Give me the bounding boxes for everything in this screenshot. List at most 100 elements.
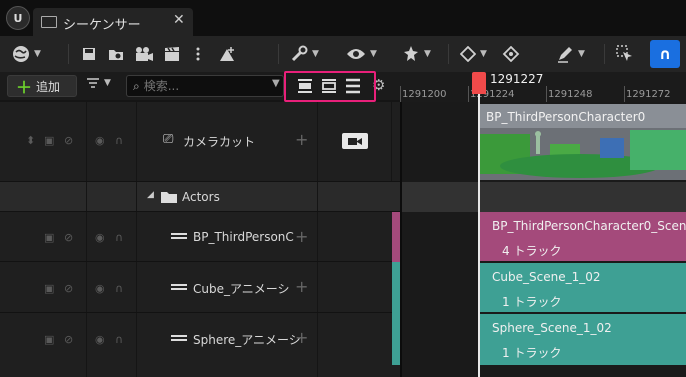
keyframe-nav-button[interactable] <box>502 36 520 72</box>
playhead-frame-label: 1291227 <box>490 72 544 86</box>
headphones-icon[interactable]: ∩ <box>115 134 123 147</box>
level-sequence-icon <box>171 284 187 292</box>
ruler-tick <box>546 86 547 102</box>
playhead-handle[interactable] <box>472 72 486 94</box>
cursor-select-icon <box>616 45 632 61</box>
pin-icon[interactable]: ⬍ <box>26 134 35 147</box>
chevron-down-icon: ▼ <box>34 49 41 59</box>
save-icon <box>83 48 95 60</box>
row-controls: ▣ ⊘ <box>0 313 87 377</box>
save-button[interactable] <box>82 36 96 72</box>
eye-icon <box>347 49 365 59</box>
key-arrow-icon <box>502 46 520 62</box>
track-color-bar <box>392 262 400 313</box>
cube-section-clip[interactable]: Cube_Scene_1_02 1 トラック <box>480 263 686 313</box>
eye-icon[interactable]: ◉ <box>95 333 105 346</box>
headphones-icon[interactable]: ∩ <box>115 231 123 244</box>
level-sequence-icon <box>171 233 187 241</box>
lock-icon[interactable]: ▣ <box>44 282 54 295</box>
select-tool-button[interactable] <box>616 36 634 72</box>
headphones-icon[interactable]: ∩ <box>115 333 123 346</box>
row-visibility: ◉ ∩ <box>87 102 137 181</box>
add-icon[interactable]: + <box>295 227 308 246</box>
mute-icon[interactable]: ⊘ <box>64 282 73 295</box>
clip-label: BP_ThirdPersonCharacter0 <box>486 110 646 124</box>
search-input[interactable] <box>143 79 254 93</box>
world-button[interactable]: ▼ <box>12 36 41 72</box>
row-visibility: ◉ ∩ <box>87 212 137 261</box>
actor-button[interactable] <box>218 36 236 72</box>
view-options-button[interactable]: ▼ <box>346 36 377 72</box>
sparkle-gear-icon <box>404 46 418 61</box>
eye-icon[interactable]: ◉ <box>95 231 105 244</box>
track-row-camera-cut[interactable]: ⬍ ▣ ⊘ ◉ ∩ ⎚ カメラカット + <box>0 102 400 182</box>
add-icon[interactable]: + <box>295 328 308 347</box>
chevron-down-icon[interactable]: ▼ <box>272 78 280 89</box>
lock-icon[interactable]: ▣ <box>44 333 54 346</box>
tools-button[interactable]: ▼ <box>290 36 319 72</box>
bp-section-clip[interactable]: BP_ThirdPersonCharacter0_Scene 4 トラック <box>480 212 686 262</box>
ruler-tick-label: 1291200 <box>402 89 447 100</box>
folder-track-lane <box>402 182 686 212</box>
search-icon: ⌕ <box>133 78 140 93</box>
chevron-down-icon: ▼ <box>578 49 585 59</box>
playhead-line[interactable] <box>478 94 480 377</box>
pyramid-actor-icon <box>220 47 234 61</box>
row-visibility <box>87 182 137 211</box>
divider <box>604 44 605 64</box>
track-color-bar <box>392 212 400 262</box>
edit-button[interactable]: ▼ <box>556 36 585 72</box>
clip-track-count: 4 トラック <box>502 244 562 258</box>
browse-button[interactable] <box>108 36 124 72</box>
add-icon[interactable]: + <box>295 130 308 149</box>
playback-options-button[interactable]: ▼ <box>402 36 431 72</box>
mute-icon[interactable]: ⊘ <box>64 134 73 147</box>
eye-icon[interactable]: ◉ <box>95 134 105 147</box>
ruler-tick <box>468 86 469 102</box>
clip-name: BP_ThirdPersonCharacter0_Scene <box>492 219 686 233</box>
render-movie-button[interactable] <box>134 36 154 72</box>
filter-button[interactable]: ▼ <box>86 77 111 89</box>
row-controls: ▣ ⊘ <box>0 262 87 312</box>
tab-sequencer[interactable]: シーケンサー ✕ <box>33 8 193 36</box>
search-box[interactable]: ⌕ <box>126 75 284 97</box>
track-row-cube[interactable]: ▣ ⊘ ◉ ∩ Cube_アニメーシ + <box>0 262 400 313</box>
eye-icon[interactable]: ◉ <box>95 282 105 295</box>
camera-cut-clip[interactable]: BP_ThirdPersonCharacter0 <box>480 104 686 180</box>
clip-track-count: 1 トラック <box>502 346 562 360</box>
add-track-button[interactable]: ＋ 追加 <box>7 75 77 97</box>
mute-icon[interactable]: ⊘ <box>64 231 73 244</box>
unreal-logo-icon[interactable]: U <box>6 6 30 30</box>
track-row-bp[interactable]: ▣ ⊘ ◉ ∩ BP_ThirdPersonC + <box>0 212 400 262</box>
row-visibility: ◉ ∩ <box>87 313 137 377</box>
headphones-icon[interactable]: ∩ <box>115 282 123 295</box>
lock-icon[interactable]: ▣ <box>44 134 54 147</box>
level-sequence-icon <box>171 335 187 343</box>
ruler-tick <box>400 86 401 102</box>
more-options-button[interactable] <box>196 36 200 72</box>
chevron-down-icon: ▼ <box>104 78 111 88</box>
clip-name: Sphere_Scene_1_02 <box>492 321 612 335</box>
chevron-down-icon: ▼ <box>424 49 431 59</box>
key-interp-button[interactable]: ▼ <box>460 36 487 72</box>
close-icon[interactable]: ✕ <box>173 12 185 28</box>
snap-magnet-button[interactable]: ∩ <box>650 40 680 68</box>
row-actions <box>318 102 392 181</box>
globe-icon <box>13 46 29 62</box>
camera-lock-button[interactable] <box>342 133 368 149</box>
lock-icon[interactable]: ▣ <box>44 231 54 244</box>
expand-triangle-icon[interactable]: ◢ <box>147 190 154 200</box>
row-label: カメラカット <box>183 135 256 149</box>
row-name-cell: BP_ThirdPersonC + <box>137 212 318 261</box>
add-icon[interactable]: + <box>295 277 308 296</box>
folder-row-actors[interactable]: ◢ Actors <box>0 182 400 212</box>
sphere-section-clip[interactable]: Sphere_Scene_1_02 1 トラック <box>480 314 686 365</box>
mute-icon[interactable]: ⊘ <box>64 333 73 346</box>
clapboard-button[interactable] <box>164 36 180 72</box>
clip-track-count: 1 トラック <box>502 295 562 309</box>
row-name-cell: Sphere_アニメーシ + <box>137 313 318 377</box>
toolbar: ▼ ▼ ▼ ▼ ▼ ▼ ∩ <box>0 36 686 72</box>
row-label: BP_ThirdPersonC <box>193 230 294 244</box>
track-row-sphere[interactable]: ▣ ⊘ ◉ ∩ Sphere_アニメーシ + <box>0 313 400 377</box>
clapboard-icon <box>165 47 179 61</box>
